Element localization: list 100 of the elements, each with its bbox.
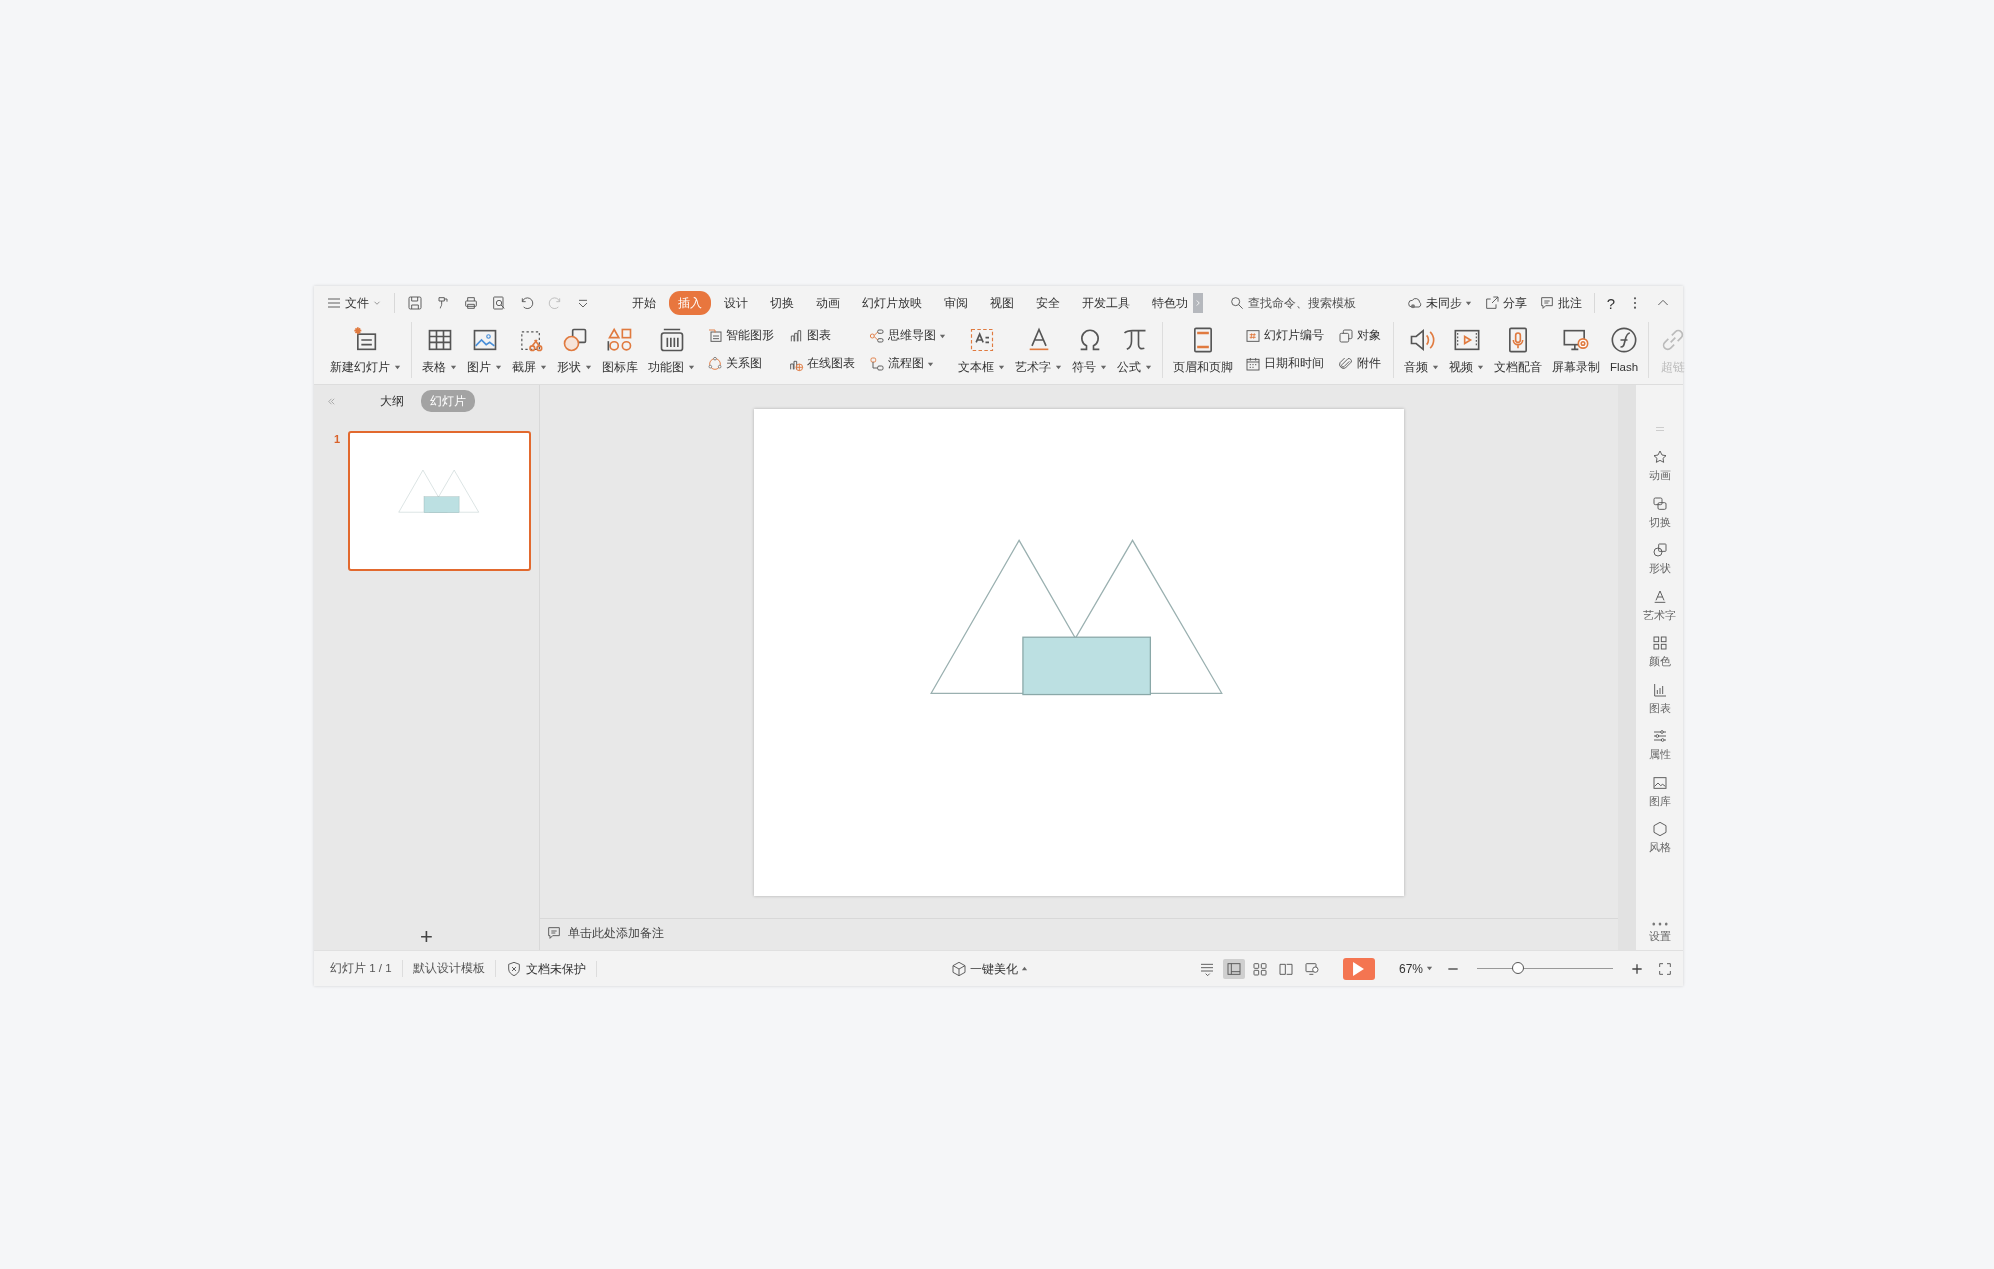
caret-up-icon (1020, 965, 1028, 972)
view-button[interactable] (1222, 958, 1245, 979)
search-field[interactable]: 查找命令、搜索模板 (1223, 293, 1362, 313)
notes-field[interactable]: 单击此处添加备注 (540, 918, 1618, 946)
bar-chart-icon (1651, 681, 1668, 698)
ribbon-tab[interactable]: 切换 (761, 291, 803, 315)
slide-number-icon (1245, 328, 1261, 344)
ribbon-button[interactable]: 附件 (1336, 353, 1383, 375)
ribbon-tab[interactable]: 幻灯片放映 (853, 291, 931, 315)
sync-button[interactable]: 未同步 (1402, 293, 1476, 313)
sidebar-button[interactable]: 属性 (1648, 728, 1671, 763)
ribbon-button[interactable]: 智能图形 (705, 325, 776, 347)
slide-count: 幻灯片 1 / 1 (320, 959, 403, 978)
ribbon-button[interactable]: 符号 (1068, 322, 1111, 378)
scrollbar[interactable] (1618, 385, 1636, 950)
ribbon-tab[interactable]: 开始 (623, 291, 665, 315)
beautify-button[interactable]: 一键美化 (946, 958, 1032, 979)
comment-icon (1538, 295, 1555, 311)
ribbon-button[interactable]: 公式 (1113, 322, 1156, 378)
caret-icon (1426, 965, 1433, 972)
format-painter-icon[interactable] (435, 295, 451, 311)
caret-icon (1464, 299, 1472, 307)
panel-tab[interactable]: 大纲 (371, 390, 413, 412)
ribbon-button[interactable]: 艺术字 (1011, 322, 1066, 378)
image-icon (1651, 774, 1668, 791)
add-slide-button[interactable]: + (420, 926, 433, 948)
slide-number: 1 (334, 432, 341, 447)
sidebar-button[interactable]: 艺术字 (1643, 588, 1676, 623)
paperclip-icon (1338, 356, 1354, 372)
search-icon (1229, 295, 1245, 311)
sidebar-button[interactable]: 形状 (1648, 542, 1671, 577)
sidebar-button[interactable]: 图表 (1648, 681, 1671, 716)
ribbon-button[interactable]: 对象 (1336, 325, 1383, 347)
ribbon-tab[interactable]: 审阅 (935, 291, 977, 315)
ribbon-tab[interactable]: 特色功 (1143, 291, 1197, 315)
ribbon-button[interactable]: 形状 (553, 322, 596, 378)
share-button[interactable]: 分享 (1479, 293, 1531, 313)
ribbon-button[interactable]: 日期和时间 (1243, 353, 1326, 375)
flowchart-icon (869, 356, 885, 372)
ribbon-button[interactable]: Flash (1606, 322, 1643, 378)
ribbon-tab[interactable]: 动画 (807, 291, 849, 315)
sidebar-button[interactable]: 切换 (1648, 495, 1671, 530)
cycle-icon (707, 356, 723, 372)
ribbon-button[interactable]: 在线图表 (786, 353, 857, 375)
comment-button[interactable]: 批注 (1534, 293, 1586, 313)
calendar-icon (1245, 356, 1261, 372)
ribbon-tab[interactable]: 安全 (1027, 291, 1069, 315)
ribbon-button[interactable]: 图表 (786, 325, 857, 347)
ribbon-button[interactable]: 音频 (1400, 322, 1443, 378)
ribbon-button[interactable]: 流程图 (867, 353, 948, 375)
more-icon (1651, 921, 1668, 926)
zoom-level[interactable]: 67% (1394, 960, 1437, 977)
sidebar-button[interactable]: 风格 (1648, 821, 1671, 856)
ribbon-button[interactable]: 文档配音 (1490, 322, 1546, 378)
ribbon-tab[interactable]: 设计 (715, 291, 757, 315)
grid-view-icon (1251, 960, 1268, 977)
undo-icon[interactable] (519, 295, 535, 311)
ribbon-button[interactable]: 视频 (1445, 322, 1488, 378)
shapes-icon (1651, 542, 1668, 558)
print-preview-icon[interactable] (491, 295, 507, 311)
shield-icon (505, 960, 522, 977)
menu-icon (326, 295, 342, 311)
file-menu[interactable]: 文件 (322, 293, 386, 313)
sidebar-button[interactable]: 设置 (1648, 921, 1671, 944)
save-icon[interactable] (407, 295, 423, 311)
swap-icon (1651, 495, 1668, 512)
flash-icon (1610, 326, 1639, 354)
ribbon-button[interactable]: 图标库 (598, 322, 642, 378)
sliders-icon (1651, 728, 1668, 744)
help-button[interactable]: ? (1602, 293, 1619, 313)
ribbon-button[interactable]: 关系图 (705, 353, 776, 375)
star-icon (1651, 449, 1668, 465)
cloud-icon (1406, 295, 1423, 311)
zoom-slider-thumb[interactable] (1511, 962, 1524, 974)
sidebar-button[interactable]: 颜色 (1648, 635, 1671, 670)
print-icon[interactable] (463, 295, 479, 311)
ribbon-button[interactable]: 截屏 (508, 322, 551, 378)
ribbon-button[interactable]: 功能图 (644, 322, 699, 378)
sidebar-button[interactable]: 图库 (1648, 774, 1671, 809)
slideshow-button[interactable] (1342, 957, 1375, 980)
projector-icon (1303, 960, 1320, 977)
slide-thumbnail[interactable] (348, 431, 531, 571)
fullscreen-icon[interactable] (1657, 960, 1673, 977)
ribbon-button[interactable]: 屏幕录制 (1548, 322, 1604, 378)
template-name: 默认设计模板 (402, 959, 496, 978)
ribbon-button[interactable]: 表格 (418, 322, 461, 378)
ribbon-button[interactable]: 页眉和页脚 (1169, 322, 1237, 378)
ribbon-button[interactable]: 图片 (463, 322, 506, 378)
protection-status[interactable]: 文档未保护 (495, 960, 597, 977)
cube-icon (950, 960, 967, 977)
sidebar-button[interactable]: 动画 (1648, 449, 1671, 484)
hexagon-icon (1651, 821, 1668, 837)
ribbon-tab[interactable]: 开发工具 (1073, 291, 1139, 315)
ribbon-button[interactable]: 思维导图 (867, 325, 948, 347)
mind-map-icon (869, 328, 885, 344)
ribbon-button[interactable]: 幻灯片编号 (1243, 325, 1326, 347)
ribbon-tab[interactable]: 视图 (981, 291, 1023, 315)
ribbon-button[interactable]: 文本框 (954, 322, 1009, 378)
shapes-grid-icon (606, 326, 634, 354)
ribbon-button[interactable]: 新建幻灯片 (326, 322, 405, 378)
